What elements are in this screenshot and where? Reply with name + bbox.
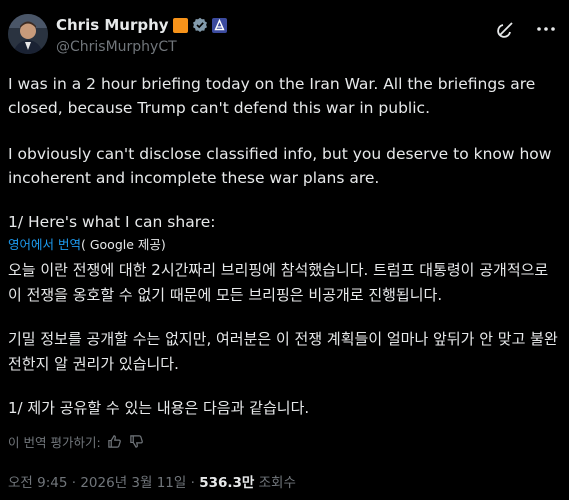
- meta-separator: ·: [71, 475, 77, 491]
- translated-paragraph-3: 1/ 제가 공유할 수 있는 내용은 다음과 같습니다.: [8, 399, 310, 417]
- meta-separator-2: ·: [190, 475, 195, 491]
- author-name[interactable]: Chris Murphy: [56, 16, 169, 34]
- post-date[interactable]: 2026년 3월 11일: [80, 475, 186, 491]
- translated-paragraph-1: 오늘 이란 전쟁에 대한 2시간짜리 브리핑에 참석했습니다. 트럼프 대통령이…: [8, 261, 549, 304]
- post-header: Chris Murphy @ChrisMurphyCT: [8, 14, 557, 58]
- translated-paragraph-2: 기밀 정보를 공개할 수는 없지만, 여러분은 이 전쟁 계획들이 얼마나 앞뒤…: [8, 330, 558, 373]
- rate-translation-label: 이 번역 평가하기:: [8, 435, 101, 450]
- post-paragraph-2: I obviously can't disclose classified in…: [8, 145, 552, 187]
- translation-note: 영어에서 번역( Google 제공): [8, 234, 166, 253]
- author-handle[interactable]: @ChrisMurphyCT: [56, 39, 177, 55]
- name-row: Chris Murphy: [56, 16, 227, 34]
- thumbs-down-icon[interactable]: [129, 434, 145, 450]
- thumbs-up-icon[interactable]: [107, 434, 123, 450]
- person-avatar-icon: [8, 14, 48, 54]
- verified-badge-icon[interactable]: [192, 17, 208, 33]
- translation-provider: ( Google 제공): [80, 237, 166, 252]
- affiliation-badge-icon[interactable]: [211, 17, 227, 33]
- rate-translation: 이 번역 평가하기:: [8, 432, 145, 451]
- post-paragraph-3: 1/ Here's what I can share:: [8, 213, 216, 231]
- post-time[interactable]: 오전 9:45: [8, 475, 67, 491]
- views-label: 조회수: [258, 475, 296, 491]
- header-actions: [495, 18, 557, 40]
- grok-icon[interactable]: [495, 18, 517, 40]
- orange-square-badge-icon: [172, 17, 188, 33]
- post-paragraph-1: I was in a 2 hour briefing today on the …: [8, 75, 536, 117]
- post-meta: 오전 9:45 · 2026년 3월 11일 · 536.3만 조회수: [8, 471, 296, 491]
- views-count: 536.3만: [199, 475, 255, 491]
- avatar[interactable]: [8, 14, 48, 54]
- more-dots-icon[interactable]: [535, 18, 557, 40]
- translated-from-link[interactable]: 영어에서 번역: [8, 237, 81, 252]
